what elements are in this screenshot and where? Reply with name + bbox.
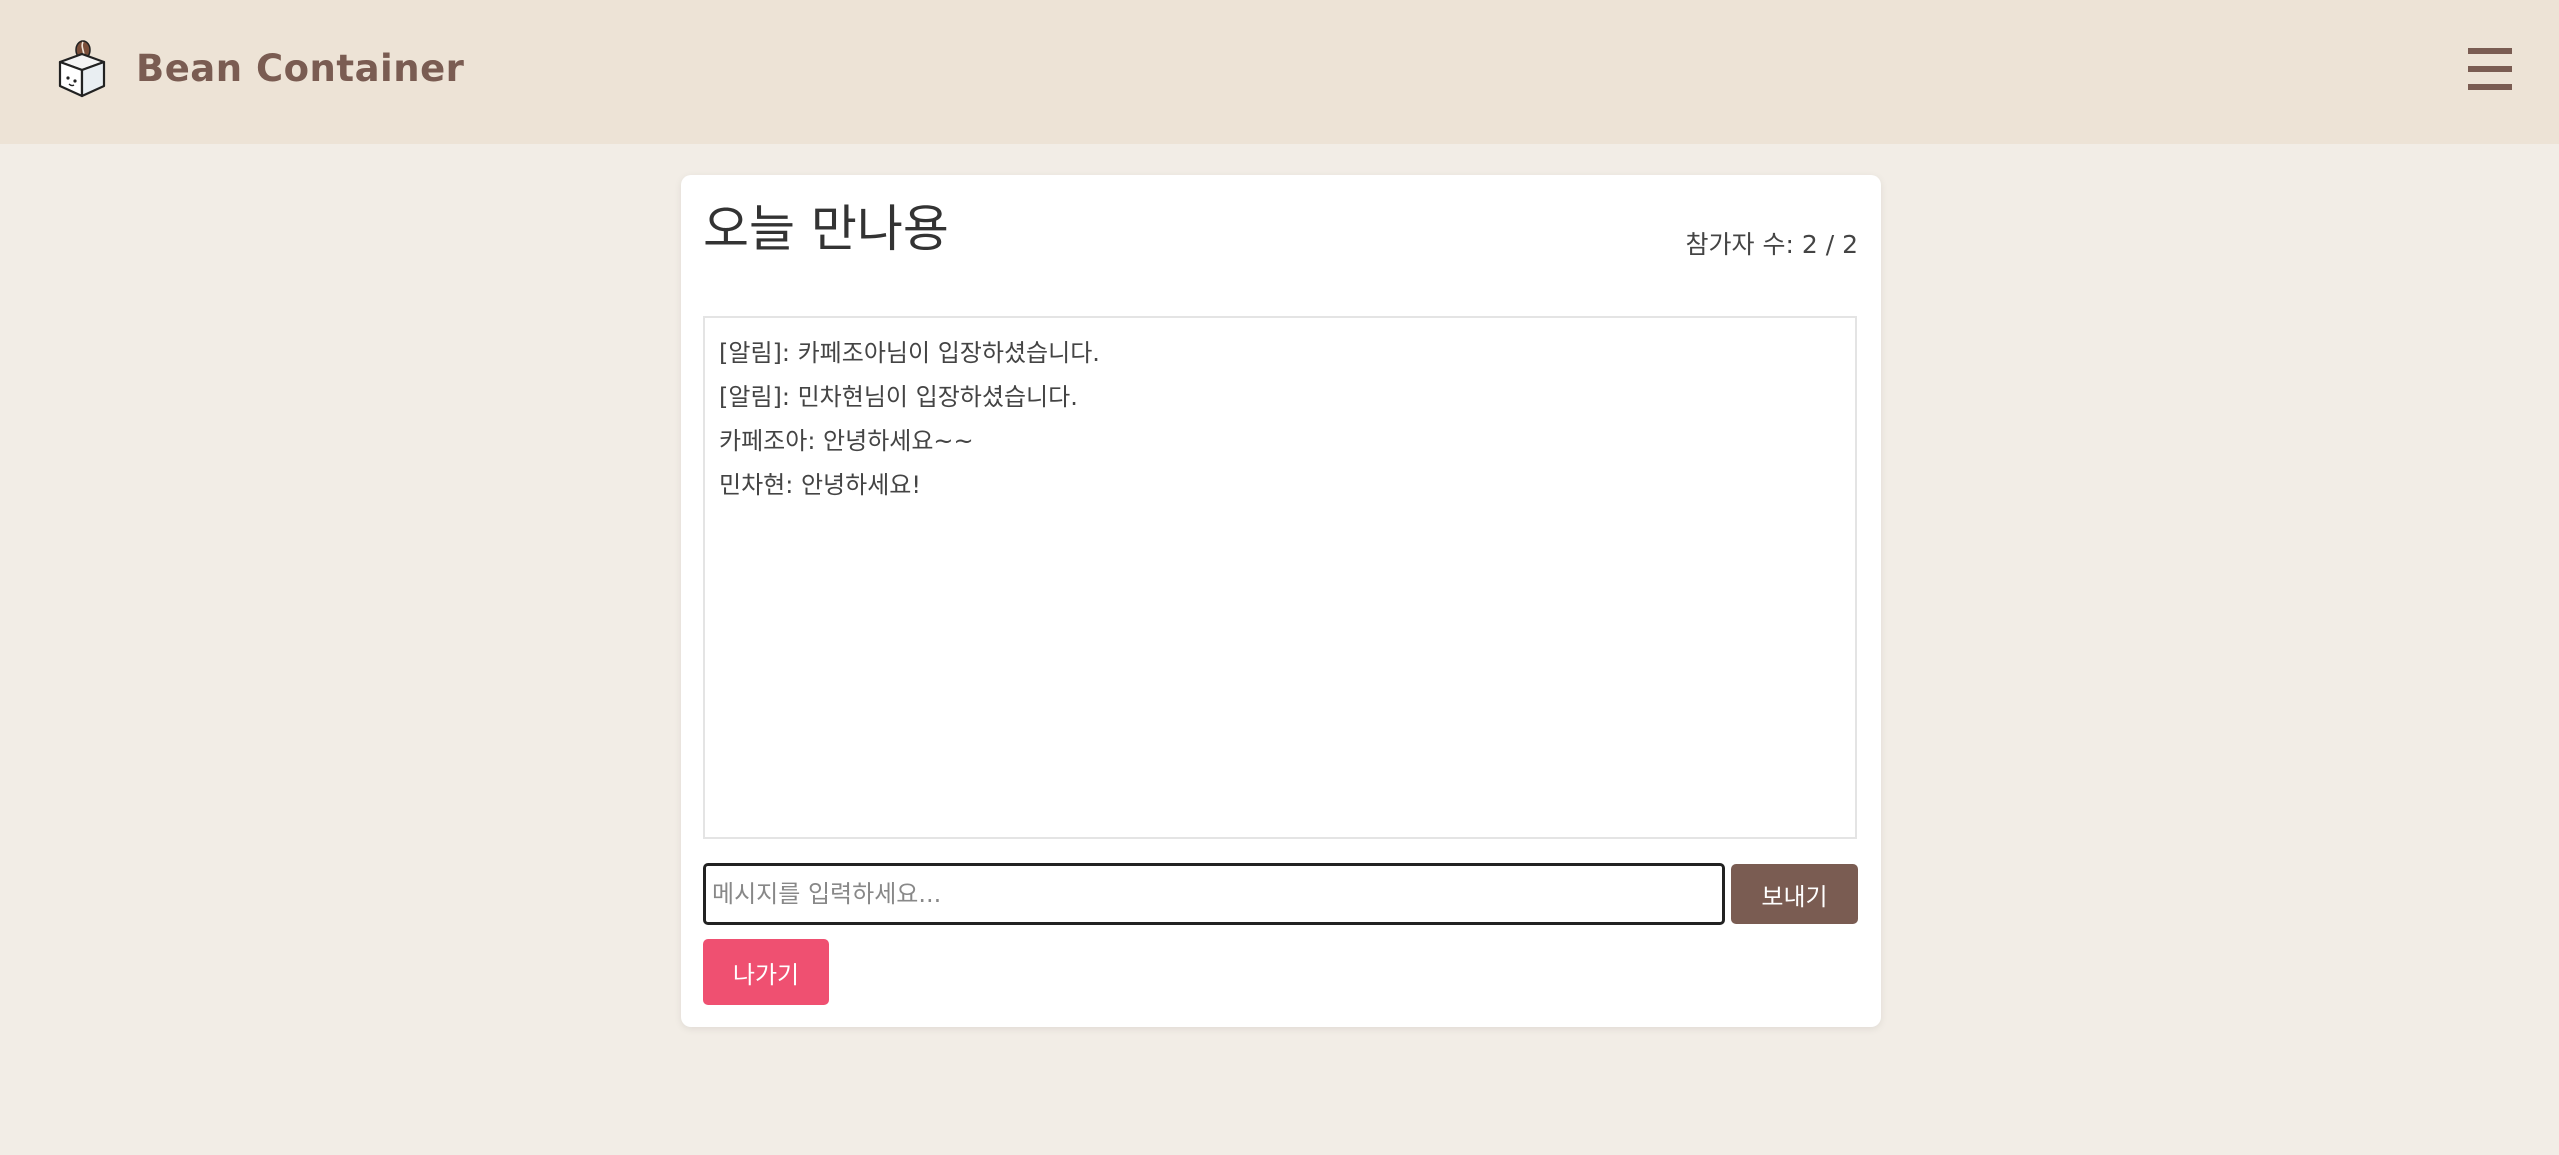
send-button[interactable]: 보내기 xyxy=(1731,864,1858,924)
leave-button[interactable]: 나가기 xyxy=(703,939,829,1005)
chat-room-card: 오늘 만나용 참가자 수: 2 / 2 [알림]: 카페조아님이 입장하셨습니다… xyxy=(681,175,1881,1027)
brand-name[interactable]: Bean Container xyxy=(136,44,464,94)
chat-message-list[interactable]: [알림]: 카페조아님이 입장하셨습니다. [알림]: 민차현님이 입장하셨습니… xyxy=(703,316,1857,839)
chat-message: 카페조아: 안녕하세요~~ xyxy=(719,427,974,455)
message-input[interactable] xyxy=(703,863,1725,925)
room-title: 오늘 만나용 xyxy=(703,200,949,258)
participant-count: 참가자 수: 2 / 2 xyxy=(1685,230,1858,259)
top-header: Bean Container xyxy=(0,0,2559,144)
bean-box-icon[interactable] xyxy=(56,40,108,98)
chat-message: [알림]: 민차현님이 입장하셨습니다. xyxy=(719,383,1078,411)
hamburger-menu-icon[interactable] xyxy=(2468,46,2512,92)
chat-message: 민차현: 안녕하세요! xyxy=(719,471,921,499)
chat-message: [알림]: 카페조아님이 입장하셨습니다. xyxy=(719,339,1100,367)
